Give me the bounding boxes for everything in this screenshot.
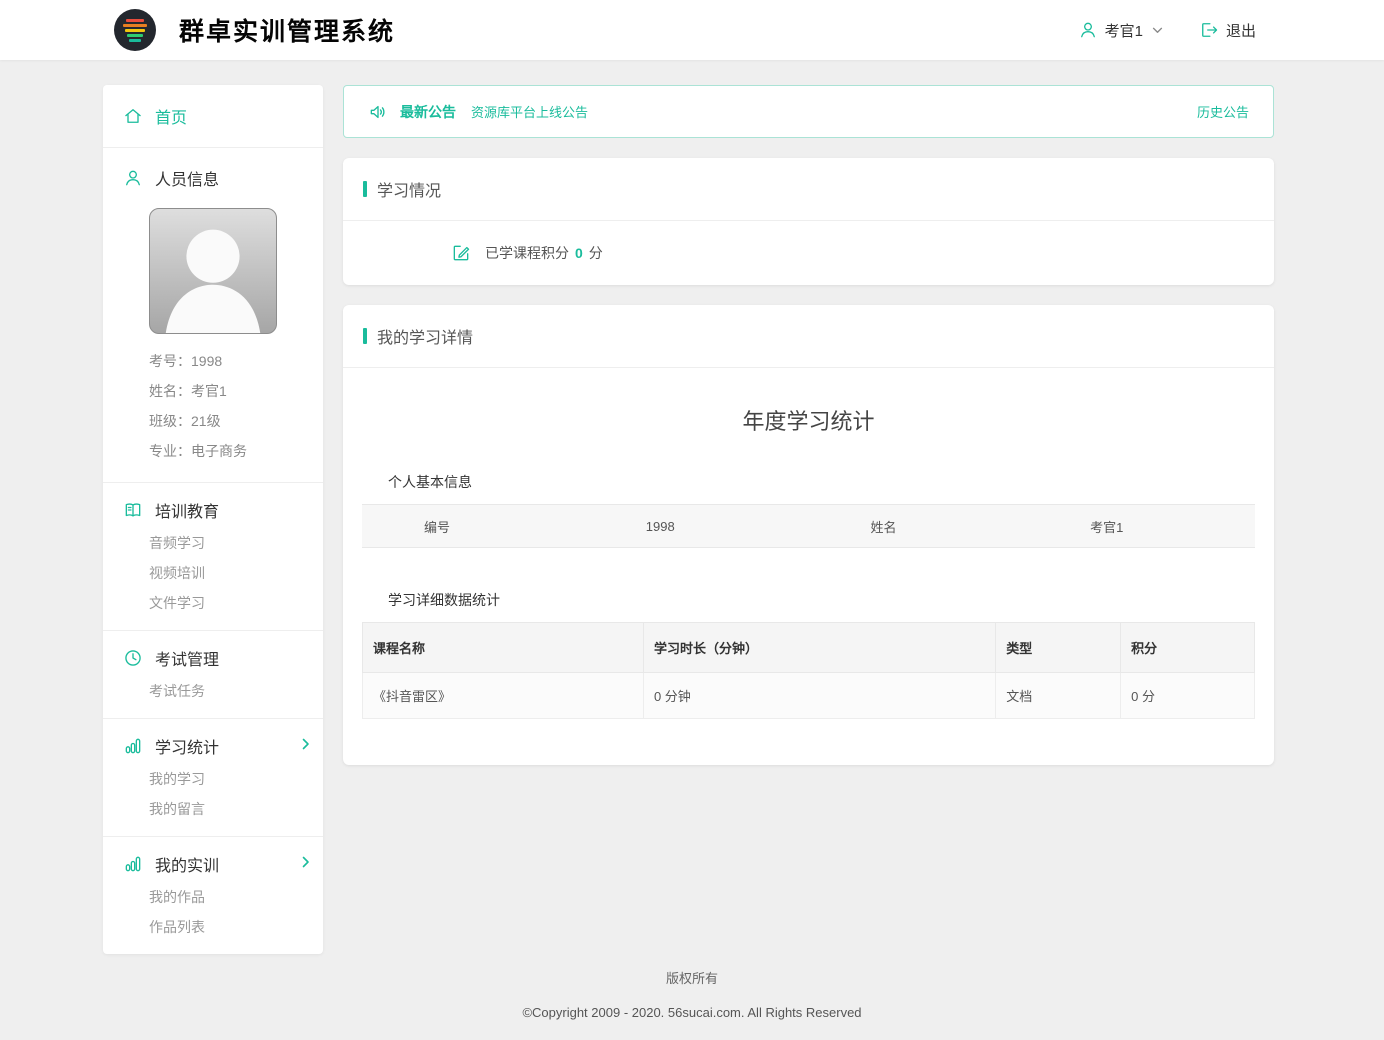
group-items: 我的学习 我的留言 bbox=[149, 764, 323, 824]
profile-exam-no: 考号：1998 bbox=[149, 346, 323, 376]
sidebar-item-audio-study[interactable]: 音频学习 bbox=[149, 528, 323, 558]
page-title: 群卓实训管理系统 bbox=[179, 12, 395, 48]
topbar-right: 考官1 退出 bbox=[1078, 20, 1256, 41]
sidebar-item-my-study[interactable]: 我的学习 bbox=[149, 764, 323, 794]
sidebar-item-my-messages[interactable]: 我的留言 bbox=[149, 794, 323, 824]
credit-unit: 分 bbox=[589, 243, 603, 263]
header-course-name: 课程名称 bbox=[363, 623, 644, 673]
basic-name-value: 考官1 bbox=[959, 517, 1256, 536]
accent-bar bbox=[363, 181, 367, 197]
cell-study-duration: 0 分钟 bbox=[643, 673, 995, 719]
logout-label: 退出 bbox=[1226, 20, 1256, 41]
sidebar-group-my-training: 我的实训 我的作品 作品列表 bbox=[103, 836, 323, 954]
study-detail-table: 课程名称 学习时长（分钟） 类型 积分 《抖音雷区》 0 分钟 文档 0 分 bbox=[362, 622, 1255, 719]
chevron-right-icon bbox=[302, 856, 310, 868]
group-label: 我的实训 bbox=[155, 852, 219, 876]
study-detail-header: 我的学习详情 bbox=[343, 305, 1274, 368]
group-items: 音频学习 视频培训 文件学习 bbox=[149, 528, 323, 618]
user-icon bbox=[1078, 20, 1098, 40]
annual-stats-title: 年度学习统计 bbox=[362, 404, 1255, 436]
study-detail-title: 我的学习详情 bbox=[377, 324, 473, 348]
history-announcements-link[interactable]: 历史公告 bbox=[1197, 102, 1249, 121]
group-items: 考试任务 bbox=[149, 676, 323, 706]
header-type: 类型 bbox=[996, 623, 1121, 673]
logout-button[interactable]: 退出 bbox=[1199, 20, 1256, 41]
sidebar-item-exam-task[interactable]: 考试任务 bbox=[149, 676, 323, 706]
study-status-title: 学习情况 bbox=[377, 177, 441, 201]
copyright-line2: ©Copyright 2009 - 2020. 56sucai.com. All… bbox=[0, 1005, 1384, 1020]
user-menu[interactable]: 考官1 bbox=[1078, 20, 1163, 41]
group-label: 培训教育 bbox=[155, 498, 219, 522]
sidebar-item-works-list[interactable]: 作品列表 bbox=[149, 912, 323, 942]
avatar bbox=[149, 208, 277, 334]
group-label: 考试管理 bbox=[155, 646, 219, 670]
chevron-down-icon bbox=[1152, 27, 1163, 34]
credit-row: 已学课程积分 0 分 bbox=[343, 221, 1274, 285]
copyright-line1: 版权所有 bbox=[0, 968, 1384, 987]
sidebar-item-person-info[interactable]: 人员信息 bbox=[103, 166, 323, 190]
sidebar-item-training-education[interactable]: 培训教育 bbox=[103, 498, 323, 522]
profile-list: 考号：1998 姓名：考官1 班级：21级 专业：电子商务 bbox=[149, 346, 323, 466]
footer: 版权所有 ©Copyright 2009 - 2020. 56sucai.com… bbox=[0, 954, 1384, 1020]
study-status-header: 学习情况 bbox=[343, 158, 1274, 221]
content: 首页 人员信息 考号：1998 姓名：考官1 班级：21级 专业：电子商务 bbox=[0, 60, 1384, 954]
basic-id-value: 1998 bbox=[512, 519, 809, 534]
sidebar-item-video-training[interactable]: 视频培训 bbox=[149, 558, 323, 588]
sidebar-home-label: 首页 bbox=[155, 104, 187, 128]
cell-score: 0 分 bbox=[1121, 673, 1255, 719]
home-icon bbox=[123, 106, 143, 126]
group-items: 我的作品 作品列表 bbox=[149, 882, 323, 942]
app-logo-icon bbox=[113, 8, 157, 52]
table-row: 《抖音雷区》 0 分钟 文档 0 分 bbox=[363, 673, 1255, 719]
detail-stats-label: 学习详细数据统计 bbox=[388, 590, 1255, 610]
user-name: 考官1 bbox=[1105, 20, 1143, 41]
brand: 群卓实训管理系统 bbox=[113, 8, 395, 52]
cell-course-name: 《抖音雷区》 bbox=[363, 673, 644, 719]
sidebar-person-block: 人员信息 考号：1998 姓名：考官1 班级：21级 专业：电子商务 bbox=[103, 148, 323, 482]
sidebar-item-home[interactable]: 首页 bbox=[103, 85, 323, 148]
bar-chart-icon bbox=[123, 854, 143, 874]
announcement-link[interactable]: 资源库平台上线公告 bbox=[471, 102, 588, 121]
latest-announcement-label: 最新公告 bbox=[400, 102, 456, 122]
chevron-right-icon bbox=[302, 738, 310, 750]
header-score: 积分 bbox=[1121, 623, 1255, 673]
cell-type: 文档 bbox=[996, 673, 1121, 719]
topbar: 群卓实训管理系统 考官1 退出 bbox=[0, 0, 1384, 60]
clock-icon bbox=[123, 648, 143, 668]
study-detail-card: 我的学习详情 年度学习统计 个人基本信息 编号 1998 姓名 考官1 学习详细… bbox=[343, 305, 1274, 765]
table-header-row: 课程名称 学习时长（分钟） 类型 积分 bbox=[363, 623, 1255, 673]
announcement-bar: 最新公告 资源库平台上线公告 历史公告 bbox=[343, 85, 1274, 138]
sidebar-item-my-works[interactable]: 我的作品 bbox=[149, 882, 323, 912]
profile-class: 班级：21级 bbox=[149, 406, 323, 436]
basic-id-label: 编号 bbox=[362, 517, 512, 536]
profile-major: 专业：电子商务 bbox=[149, 436, 323, 466]
sidebar-item-my-training[interactable]: 我的实训 bbox=[103, 852, 323, 876]
basic-info-row: 编号 1998 姓名 考官1 bbox=[362, 504, 1255, 548]
logout-icon bbox=[1199, 20, 1219, 40]
sidebar-item-study-stats[interactable]: 学习统计 bbox=[103, 734, 323, 758]
study-detail-body: 年度学习统计 个人基本信息 编号 1998 姓名 考官1 学习详细数据统计 课程… bbox=[343, 368, 1274, 765]
header-study-duration: 学习时长（分钟） bbox=[643, 623, 995, 673]
accent-bar bbox=[363, 328, 367, 344]
group-label: 学习统计 bbox=[155, 734, 219, 758]
edit-icon bbox=[451, 243, 471, 263]
sidebar-item-file-study[interactable]: 文件学习 bbox=[149, 588, 323, 618]
main: 最新公告 资源库平台上线公告 历史公告 学习情况 已学课程积分 0 分 我的学习… bbox=[343, 85, 1274, 765]
credit-label: 已学课程积分 bbox=[485, 243, 569, 263]
sidebar-item-exam-management[interactable]: 考试管理 bbox=[103, 646, 323, 670]
basic-info-label: 个人基本信息 bbox=[388, 472, 1255, 492]
study-status-card: 学习情况 已学课程积分 0 分 bbox=[343, 158, 1274, 285]
person-info-label: 人员信息 bbox=[155, 166, 219, 190]
person-icon bbox=[123, 168, 143, 188]
sidebar-group-exam-management: 考试管理 考试任务 bbox=[103, 630, 323, 718]
sidebar-group-training-education: 培训教育 音频学习 视频培训 文件学习 bbox=[103, 482, 323, 630]
book-icon bbox=[123, 500, 143, 520]
speaker-icon bbox=[368, 102, 388, 122]
sidebar: 首页 人员信息 考号：1998 姓名：考官1 班级：21级 专业：电子商务 bbox=[103, 85, 323, 954]
credit-value: 0 bbox=[575, 245, 583, 261]
bar-chart-icon bbox=[123, 736, 143, 756]
basic-name-label: 姓名 bbox=[809, 517, 959, 536]
profile-name: 姓名：考官1 bbox=[149, 376, 323, 406]
sidebar-group-study-stats: 学习统计 我的学习 我的留言 bbox=[103, 718, 323, 836]
